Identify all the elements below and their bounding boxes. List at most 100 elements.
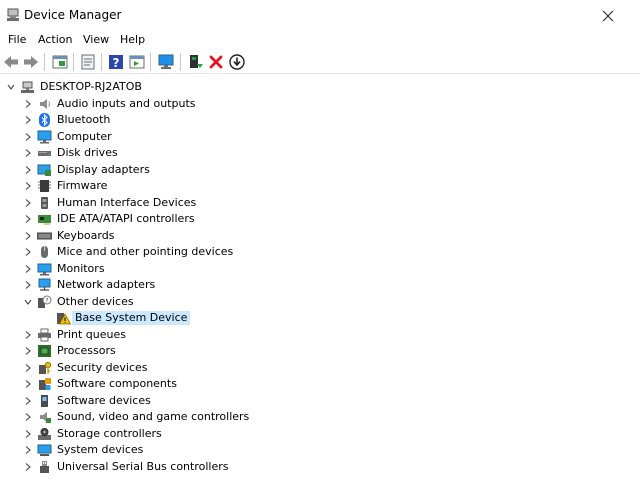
expand-arrow-icon[interactable] bbox=[23, 214, 33, 224]
tree-item-label: Processors bbox=[57, 344, 116, 357]
expand-arrow-icon[interactable] bbox=[23, 429, 33, 439]
toolbar-separator bbox=[73, 53, 74, 71]
tree-item-bluetooth[interactable]: Bluetooth bbox=[0, 112, 640, 129]
expand-arrow-icon[interactable] bbox=[23, 264, 33, 274]
action-pane-icon[interactable] bbox=[128, 53, 146, 71]
tree-item-label: Audio inputs and outputs bbox=[57, 96, 196, 110]
display-adapter-icon bbox=[37, 164, 51, 176]
tree-item-keyboards[interactable]: Keyboards bbox=[0, 228, 640, 245]
collapse-arrow-icon[interactable] bbox=[6, 82, 16, 92]
tree-item-system-devices[interactable]: System devices bbox=[0, 442, 640, 459]
tree-item-label: Universal Serial Bus controllers bbox=[57, 459, 229, 473]
expand-arrow-icon[interactable] bbox=[23, 379, 33, 389]
mouse-icon bbox=[41, 246, 48, 258]
tree-item-software-devices[interactable]: Software devices bbox=[0, 393, 640, 410]
tree-item-network-adapters[interactable]: Network adapters bbox=[0, 277, 640, 294]
tree-item-label: Monitors bbox=[57, 261, 105, 275]
hid-icon bbox=[41, 196, 48, 209]
tree-item-label: IDE ATA/ATAPI controllers bbox=[57, 212, 195, 225]
tree-item-label: Human Interface Devices bbox=[57, 195, 197, 209]
disk-drive-icon bbox=[38, 151, 51, 156]
view-tree-icon[interactable] bbox=[51, 53, 69, 71]
menu-view[interactable]: View bbox=[81, 33, 111, 47]
tree-item-display-adapters[interactable]: Display adapters bbox=[0, 162, 640, 179]
tree-item-base-system-device[interactable]: Base System Device bbox=[0, 310, 640, 327]
tree-item-disk-drives[interactable]: Disk drives bbox=[0, 145, 640, 162]
tree-item-label: Mice and other pointing devices bbox=[57, 245, 234, 258]
toolbar: ? bbox=[0, 50, 640, 74]
toolbar-separator bbox=[101, 53, 102, 71]
expand-arrow-icon[interactable] bbox=[23, 445, 33, 455]
tree-item-label: Print queues bbox=[57, 327, 126, 341]
tree-item-software-components[interactable]: Software components bbox=[0, 376, 640, 393]
close-window-icon[interactable] bbox=[598, 6, 618, 26]
menu-help[interactable]: Help bbox=[118, 33, 147, 47]
expand-arrow-icon[interactable] bbox=[23, 346, 33, 356]
expand-arrow-icon[interactable] bbox=[23, 462, 33, 472]
menu-action[interactable]: Action bbox=[36, 33, 74, 47]
update-driver-icon[interactable] bbox=[187, 53, 205, 71]
expand-arrow-icon[interactable] bbox=[23, 165, 33, 175]
tree-item-other-devices[interactable]: ? Other devices bbox=[0, 294, 640, 311]
monitor-icon[interactable] bbox=[157, 53, 175, 71]
tree-item-audio-inputs-and-outputs[interactable]: Audio inputs and outputs bbox=[0, 96, 640, 113]
properties-icon[interactable] bbox=[79, 53, 97, 71]
help-icon[interactable]: ? bbox=[107, 53, 125, 71]
expand-arrow-icon[interactable] bbox=[23, 148, 33, 158]
tree-item-label: Display adapters bbox=[57, 162, 150, 176]
title-bar: Device Manager bbox=[0, 0, 640, 31]
expand-arrow-icon[interactable] bbox=[23, 198, 33, 208]
forward-icon[interactable] bbox=[22, 53, 40, 71]
root-computer-icon bbox=[21, 81, 34, 93]
tree-item-label: DESKTOP-RJ2ATOB bbox=[40, 80, 142, 93]
tree-item-label: Software devices bbox=[57, 393, 151, 407]
svg-text:?: ? bbox=[45, 296, 48, 304]
tree-item-mice-and-other-pointing-devices[interactable]: Mice and other pointing devices bbox=[0, 244, 640, 261]
tree-item-label: Disk drives bbox=[57, 146, 118, 159]
toolbar-separator bbox=[150, 53, 151, 71]
speaker-icon bbox=[40, 98, 50, 109]
tree-item-monitors[interactable]: Monitors bbox=[0, 261, 640, 278]
tree-item-print-queues[interactable]: Print queues bbox=[0, 327, 640, 344]
download-icon[interactable] bbox=[228, 53, 246, 71]
tree-item-sound-video-and-game-controllers[interactable]: Sound, video and game controllers bbox=[0, 409, 640, 426]
back-icon[interactable] bbox=[2, 53, 20, 71]
system-device-icon bbox=[37, 444, 52, 456]
tree-item-processors[interactable]: Processors bbox=[0, 343, 640, 360]
expand-arrow-icon[interactable] bbox=[23, 132, 33, 142]
menu-bar: File Action View Help bbox=[0, 31, 640, 50]
network-adapter-icon bbox=[38, 278, 51, 291]
expand-arrow-icon[interactable] bbox=[23, 280, 33, 290]
expand-arrow-icon[interactable] bbox=[23, 181, 33, 191]
expand-arrow-icon[interactable] bbox=[23, 330, 33, 340]
collapse-arrow-icon[interactable] bbox=[23, 297, 33, 307]
tree-item-label: Firmware bbox=[57, 179, 108, 192]
expand-arrow-icon[interactable] bbox=[23, 231, 33, 241]
expand-arrow-icon[interactable] bbox=[23, 247, 33, 257]
tree-item-human-interface-devices[interactable]: Human Interface Devices bbox=[0, 195, 640, 212]
tree-item-label: Security devices bbox=[57, 360, 148, 374]
window-title: Device Manager bbox=[24, 8, 122, 22]
tree-item-label: Base System Device bbox=[72, 311, 191, 325]
tree-item-firmware[interactable]: Firmware bbox=[0, 178, 640, 195]
tree-item-universal-serial-bus-controllers[interactable]: Universal Serial Bus controllers bbox=[0, 459, 640, 476]
tree-item-ide-ata-atapi-controllers[interactable]: IDE ATA/ATAPI controllers bbox=[0, 211, 640, 228]
uninstall-icon[interactable] bbox=[207, 53, 225, 71]
expand-arrow-icon[interactable] bbox=[23, 99, 33, 109]
expand-arrow-icon[interactable] bbox=[23, 412, 33, 422]
menu-file[interactable]: File bbox=[6, 33, 28, 47]
expand-arrow-icon[interactable] bbox=[23, 363, 33, 373]
tree-item-label: Keyboards bbox=[57, 228, 115, 242]
toolbar-separator bbox=[180, 53, 181, 71]
tree-item-label: Other devices bbox=[57, 294, 134, 308]
expand-arrow-icon[interactable] bbox=[23, 115, 33, 125]
software-component-icon bbox=[39, 378, 51, 390]
tree-item-security-devices[interactable]: Security devices bbox=[0, 360, 640, 377]
tree-item-storage-controllers[interactable]: Storage controllers bbox=[0, 426, 640, 443]
tree-root[interactable]: DESKTOP-RJ2ATOB bbox=[0, 79, 640, 96]
expand-arrow-icon[interactable] bbox=[23, 396, 33, 406]
tree-item-label: System devices bbox=[57, 443, 144, 456]
printer-icon bbox=[38, 328, 51, 341]
tree-item-computer[interactable]: Computer bbox=[0, 129, 640, 146]
processor-icon bbox=[38, 345, 51, 357]
